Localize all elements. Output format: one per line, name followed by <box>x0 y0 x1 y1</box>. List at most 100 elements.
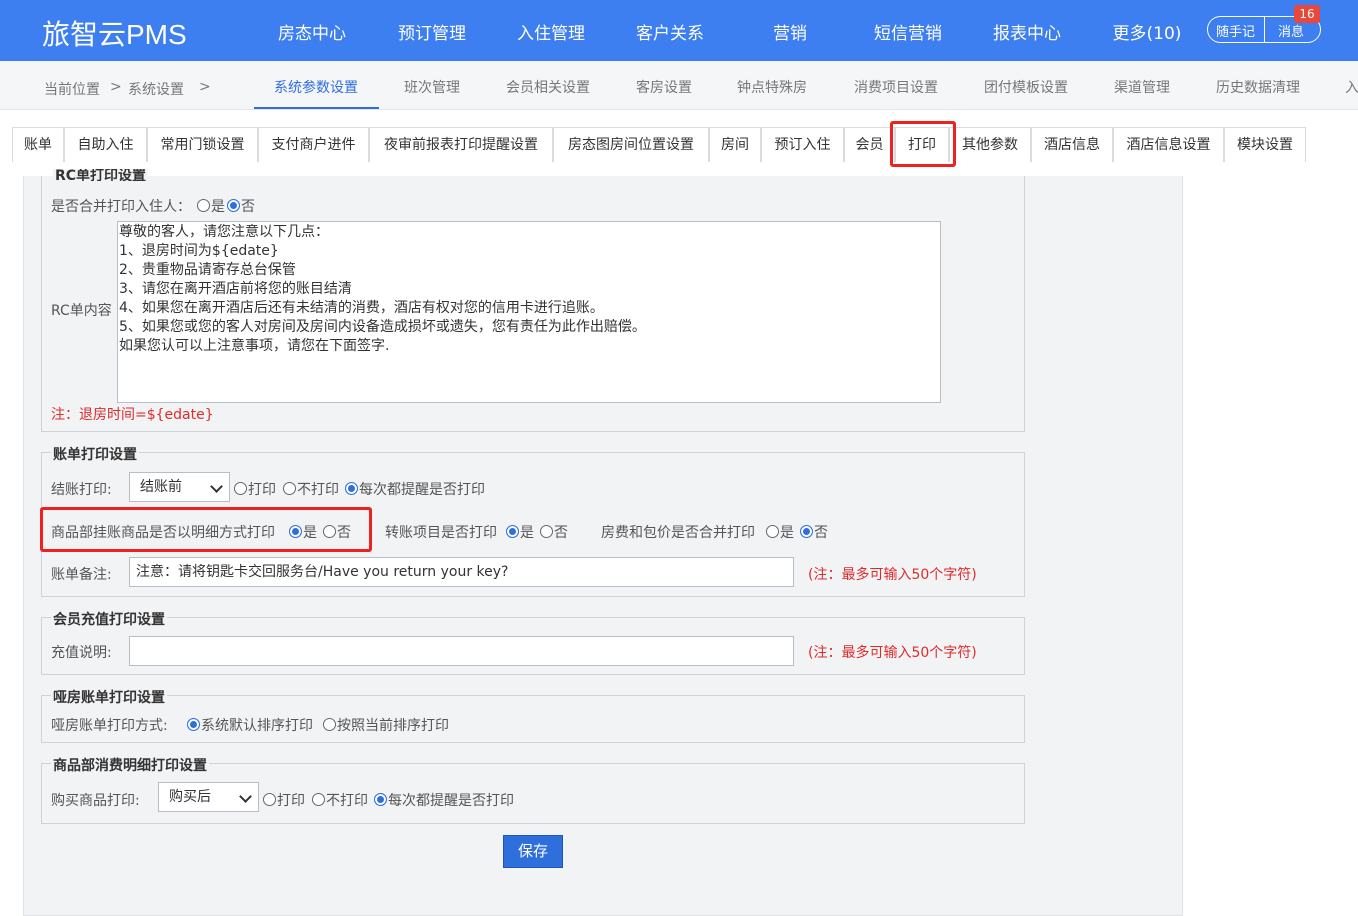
tab-hotel-info-settings[interactable]: 酒店信息设置 <box>1113 127 1224 162</box>
tab-modules[interactable]: 模块设置 <box>1224 127 1306 162</box>
top-bar: 旅智云PMS 房态中心 预订管理 入住管理 客户关系 营销 短信营销 报表中心 … <box>0 0 1358 61</box>
tab-door-lock[interactable]: 常用门锁设置 <box>147 127 258 162</box>
radio-icon[interactable] <box>323 718 336 731</box>
settings-subnav: 当前位置 > 系统设置 > 系统参数设置 班次管理 会员相关设置 客房设置 钟点… <box>0 61 1358 110</box>
subtab-system-params[interactable]: 系统参数设置 <box>274 77 358 97</box>
radio-icon[interactable] <box>263 793 276 806</box>
goods-detail-label: 商品部挂账商品是否以明细方式打印 <box>51 525 275 541</box>
bill-legend: 账单打印设置 <box>51 444 139 464</box>
radio-checked-icon[interactable] <box>289 525 302 538</box>
rc-merge-yes[interactable]: 是 <box>197 196 225 216</box>
nav-more[interactable]: 更多(10) <box>1113 19 1182 44</box>
radio-icon[interactable] <box>234 482 247 495</box>
radio-checked-icon[interactable] <box>227 199 240 212</box>
breadcrumb-sep: > <box>199 79 211 95</box>
radio-checked-icon[interactable] <box>506 525 519 538</box>
rc-line: 尊敬的客人，请您注意以下几点： <box>119 224 329 240</box>
subtab-member[interactable]: 会员相关设置 <box>506 77 590 97</box>
checkout-opt-noprint[interactable]: 不打印 <box>283 479 339 499</box>
subtab-group-template[interactable]: 团付模板设置 <box>984 77 1068 97</box>
buy-opt-noprint[interactable]: 不打印 <box>312 790 368 810</box>
dummy-opt-default[interactable]: 系统默认排序打印 <box>187 715 313 735</box>
rc-line: 1、退房时间为${edate} <box>119 243 279 259</box>
pill-divider <box>1264 17 1265 42</box>
radio-checked-icon[interactable] <box>187 718 200 731</box>
app-logo[interactable]: 旅智云PMS <box>42 13 187 53</box>
radio-checked-icon[interactable] <box>345 482 358 495</box>
nav-reports[interactable]: 报表中心 <box>993 19 1061 44</box>
messages-button[interactable]: 消息 <box>1278 21 1304 40</box>
tab-night-audit[interactable]: 夜审前报表打印提醒设置 <box>369 127 553 162</box>
subtab-history-clean[interactable]: 历史数据清理 <box>1216 77 1300 97</box>
subtab-shift[interactable]: 班次管理 <box>404 77 460 97</box>
nav-reservation[interactable]: 预订管理 <box>398 19 466 44</box>
tab-room[interactable]: 房间 <box>709 127 761 162</box>
radio-checked-icon[interactable] <box>800 525 813 538</box>
radio-icon[interactable] <box>323 525 336 538</box>
bill-remark-label: 账单备注: <box>51 567 112 583</box>
rc-merge-label: 是否合并打印入住人： <box>51 199 191 215</box>
breadcrumb-current: 当前位置 <box>44 82 100 98</box>
nav-sms-marketing[interactable]: 短信营销 <box>874 19 942 44</box>
rc-line: 2、贵重物品请寄存总台保管 <box>119 262 296 278</box>
tab-merchant[interactable]: 支付商户进件 <box>258 127 369 162</box>
checkout-print-select[interactable]: 结账前 <box>129 472 230 502</box>
transfer-no[interactable]: 否 <box>540 522 568 542</box>
rc-legend: RC单打印设置 <box>53 169 149 181</box>
subtab-hourly-room[interactable]: 钟点特殊房 <box>737 77 807 97</box>
tab-member[interactable]: 会员 <box>844 127 895 162</box>
tab-bill[interactable]: 账单 <box>12 127 64 162</box>
goods-detail-yes[interactable]: 是 <box>289 522 317 542</box>
tab-self-checkin[interactable]: 自助入住 <box>64 127 147 162</box>
rc-line: 3、请您在离开酒店前将您的账目结清 <box>119 281 352 297</box>
tab-other-params[interactable]: 其他参数 <box>949 127 1031 162</box>
goods-detail-no[interactable]: 否 <box>323 522 351 542</box>
transfer-yes[interactable]: 是 <box>506 522 534 542</box>
buy-opt-ask[interactable]: 每次都提醒是否打印 <box>374 790 514 810</box>
recharge-desc-input[interactable] <box>129 636 794 666</box>
room-pkg-label: 房费和包价是否合并打印 <box>601 525 755 541</box>
chevron-down-icon <box>239 790 252 803</box>
notes-button[interactable]: 随手记 <box>1216 21 1255 40</box>
tab-hotel-info[interactable]: 酒店信息 <box>1031 127 1113 162</box>
subtab-more[interactable]: 入 <box>1345 77 1358 97</box>
nav-marketing[interactable]: 营销 <box>773 19 807 44</box>
radio-icon[interactable] <box>540 525 553 538</box>
tab-room-layout[interactable]: 房态图房间位置设置 <box>553 127 709 162</box>
radio-icon[interactable] <box>312 793 325 806</box>
checkout-opt-print[interactable]: 打印 <box>234 479 276 499</box>
subtab-room[interactable]: 客房设置 <box>636 77 692 97</box>
buy-opt-print[interactable]: 打印 <box>263 790 305 810</box>
bill-remark-input[interactable]: 注意：请将钥匙卡交回服务台/Have you return your key? <box>129 557 794 587</box>
nav-customer[interactable]: 客户关系 <box>636 19 704 44</box>
rc-content-textarea[interactable]: 尊敬的客人，请您注意以下几点： 1、退房时间为${edate} 2、贵重物品请寄… <box>117 221 941 403</box>
checkout-opt-ask[interactable]: 每次都提醒是否打印 <box>345 479 485 499</box>
nav-room-status[interactable]: 房态中心 <box>278 19 346 44</box>
dummy-mode-label: 哑房账单打印方式: <box>51 718 168 734</box>
bill-remark-hint: (注：最多可输入50个字符) <box>808 567 977 583</box>
room-pkg-no[interactable]: 否 <box>800 522 828 542</box>
dummy-legend: 哑房账单打印设置 <box>51 687 167 707</box>
rc-line: 4、如果您在离开酒店后还有未结清的消费，酒店有权对您的信用卡进行追账。 <box>119 300 604 316</box>
dummy-opt-current[interactable]: 按照当前排序打印 <box>323 715 449 735</box>
nav-checkin[interactable]: 入住管理 <box>517 19 585 44</box>
messages-count-badge: 16 <box>1294 5 1320 23</box>
subtab-consumption[interactable]: 消费项目设置 <box>854 77 938 97</box>
tab-reserve-checkin[interactable]: 预订入住 <box>761 127 844 162</box>
radio-icon[interactable] <box>197 199 210 212</box>
radio-checked-icon[interactable] <box>374 793 387 806</box>
transfer-print-label: 转账项目是否打印 <box>385 525 497 541</box>
subtab-channel[interactable]: 渠道管理 <box>1114 77 1170 97</box>
buy-print-label: 购买商品打印: <box>51 793 140 809</box>
rc-content-label: RC单内容 <box>51 303 112 319</box>
subtab-active-indicator <box>254 107 379 109</box>
tab-print[interactable]: 打印 <box>895 127 949 162</box>
breadcrumb-system-settings[interactable]: 系统设置 <box>128 79 184 99</box>
radio-icon[interactable] <box>766 525 779 538</box>
rc-line: 如果您认可以上注意事项，请您在下面签字. <box>119 338 390 354</box>
rc-merge-no[interactable]: 否 <box>227 196 255 216</box>
radio-icon[interactable] <box>283 482 296 495</box>
buy-print-select[interactable]: 购买后 <box>158 782 259 812</box>
room-pkg-yes[interactable]: 是 <box>766 522 794 542</box>
save-button[interactable]: 保存 <box>503 835 563 868</box>
